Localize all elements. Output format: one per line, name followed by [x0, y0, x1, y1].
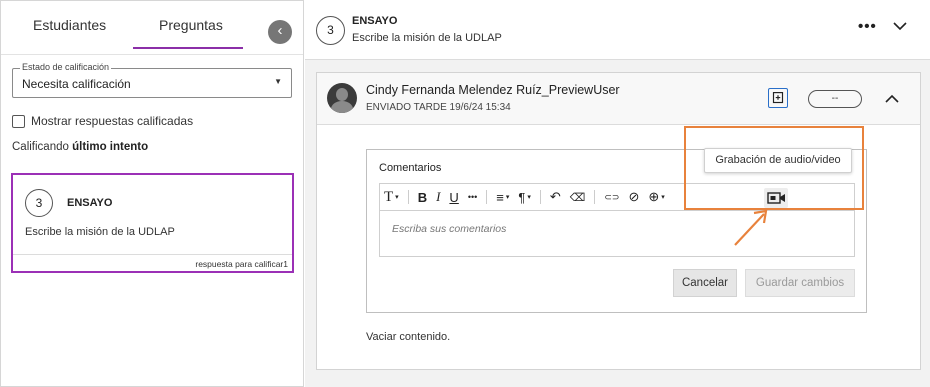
question-header: 3 ENSAYO Escribe la misión de la UDLAP •… — [305, 0, 930, 60]
attachment-icon[interactable]: ⊘ — [628, 189, 639, 205]
insert-content-button[interactable]: ⊕ ▾ — [648, 189, 664, 205]
question-number-badge: 3 — [25, 189, 53, 217]
comments-label: Comentarios — [379, 162, 442, 174]
paragraph-icon: ¶ — [518, 189, 526, 205]
eraser-icon[interactable]: ⌫ — [570, 191, 586, 204]
align-button[interactable]: ≡ ▾ — [496, 190, 509, 205]
underline-button[interactable]: U — [449, 190, 458, 205]
add-feedback-icon[interactable] — [768, 88, 788, 108]
grading-status-value: Necesita calificación — [22, 77, 131, 91]
grading-prefix: Calificando — [12, 141, 69, 153]
question-text: Escribe la misión de la UDLAP — [25, 226, 175, 238]
toolbar-separator — [486, 190, 488, 204]
grading-attempt-text: Calificando último intento — [12, 141, 148, 153]
toolbar-separator — [407, 190, 409, 204]
clear-content-link[interactable]: Vaciar contenido. — [366, 331, 450, 343]
responses-to-grade-label: respuesta para calificar — [195, 259, 284, 269]
question-card[interactable]: 3 ENSAYO Escribe la misión de la UDLAP r… — [11, 173, 294, 273]
annotation-arrow-icon — [734, 209, 768, 246]
bold-button[interactable]: B — [418, 190, 427, 205]
submission-card: Cindy Fernanda Melendez Ruíz_PreviewUser… — [316, 72, 921, 370]
grade-input[interactable]: -- — [808, 90, 862, 108]
submission-header: Cindy Fernanda Melendez Ruíz_PreviewUser… — [317, 73, 920, 125]
student-name: Cindy Fernanda Melendez Ruíz_PreviewUser — [366, 83, 620, 97]
active-tab-indicator — [133, 47, 243, 49]
responses-to-grade-count: 1 — [283, 259, 288, 269]
submission-date: ENVIADO TARDE 19/6/24 15:34 — [366, 102, 511, 113]
italic-button[interactable]: I — [436, 189, 440, 205]
show-graded-checkbox[interactable] — [12, 114, 25, 128]
text-style-button[interactable]: T ▾ — [384, 189, 399, 206]
responses-to-grade: respuesta para calificar1 — [195, 259, 288, 269]
chevron-down-icon[interactable] — [893, 19, 907, 33]
align-icon: ≡ — [496, 189, 504, 205]
more-formatting-button[interactable]: ••• — [468, 192, 477, 202]
link-icon[interactable]: ⊂⊃ — [604, 192, 619, 203]
insert-icon: ⊕ — [648, 189, 660, 204]
toolbar-separator — [539, 190, 541, 204]
left-panel: Estudiantes Preguntas ‹ Estado de califi… — [0, 0, 304, 387]
divider — [1, 54, 303, 55]
show-graded-toggle[interactable]: Mostrar respuestas calificadas — [12, 114, 193, 128]
grading-attempt: último intento — [72, 141, 149, 153]
text-style-label: T — [384, 188, 394, 205]
show-graded-label: Mostrar respuestas calificadas — [31, 114, 194, 128]
question-type: ENSAYO — [67, 197, 113, 209]
chevron-up-icon[interactable] — [885, 92, 899, 106]
avatar — [327, 83, 357, 113]
grading-status-legend: Estado de calificación — [20, 62, 112, 72]
tab-students[interactable]: Estudiantes — [33, 17, 106, 33]
cancel-button[interactable]: Cancelar — [673, 269, 737, 297]
question-type: ENSAYO — [352, 15, 398, 27]
divider — [13, 254, 292, 255]
toolbar-separator — [594, 190, 596, 204]
paragraph-button[interactable]: ¶ ▾ — [518, 190, 531, 205]
question-number-badge: 3 — [316, 16, 345, 45]
caret-down-icon: ▼ — [274, 77, 282, 86]
undo-icon[interactable]: ↶ — [550, 189, 561, 205]
recording-tooltip: Grabación de audio/video — [704, 148, 852, 173]
more-options-icon[interactable]: ••• — [858, 18, 877, 35]
tab-questions[interactable]: Preguntas — [159, 17, 223, 33]
save-changes-button[interactable]: Guardar cambios — [745, 269, 855, 297]
comments-input[interactable]: Escriba sus comentarios — [379, 210, 855, 257]
question-text: Escribe la misión de la UDLAP — [352, 32, 502, 44]
comments-placeholder: Escriba sus comentarios — [392, 223, 507, 235]
chevron-left-icon[interactable]: ‹ — [268, 20, 292, 44]
grading-status-select[interactable]: Estado de calificación Necesita califica… — [12, 62, 292, 98]
